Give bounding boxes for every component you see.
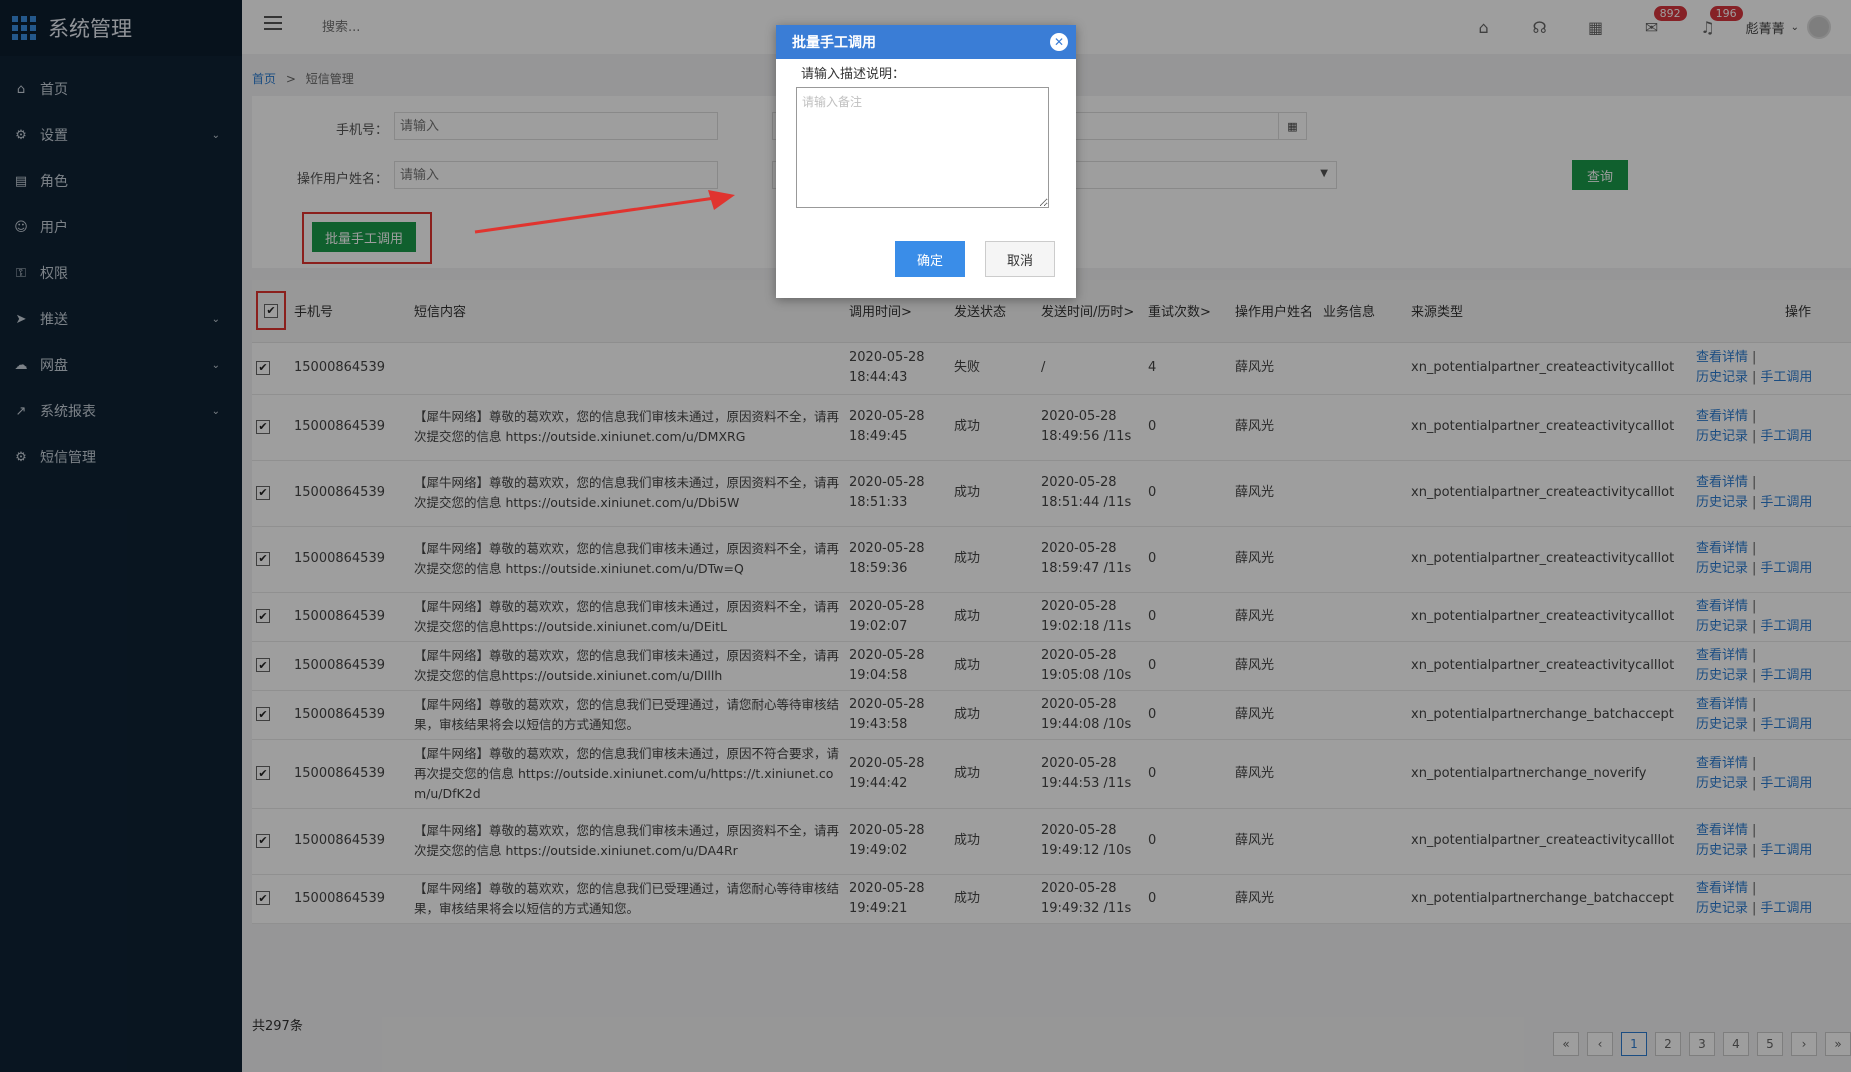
confirm-button[interactable]: 确定 xyxy=(895,241,965,277)
dialog-description-label: 请输入描述说明： xyxy=(801,67,906,82)
description-textarea[interactable] xyxy=(796,87,1049,208)
dialog-title: 批量手工调用 xyxy=(792,35,876,51)
cancel-button[interactable]: 取消 xyxy=(985,241,1055,277)
batch-call-dialog: 批量手工调用 ✕ 请输入描述说明： 确定 取消 xyxy=(776,25,1076,298)
close-icon[interactable]: ✕ xyxy=(1050,33,1068,51)
dialog-header: 批量手工调用 ✕ xyxy=(776,25,1076,59)
red-arrow-annotation xyxy=(474,190,735,234)
